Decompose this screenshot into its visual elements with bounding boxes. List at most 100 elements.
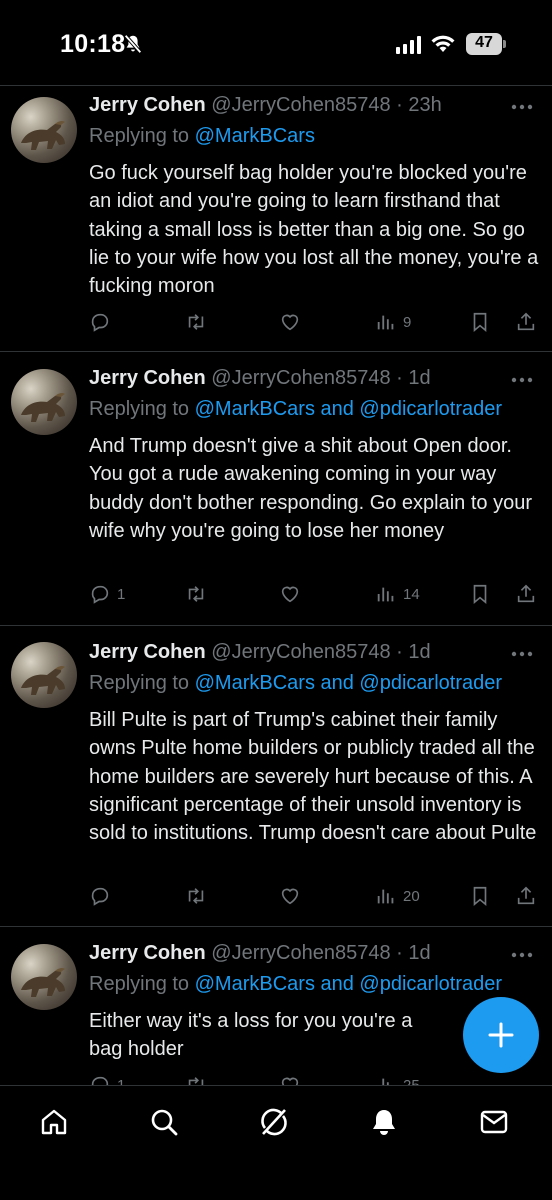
share-button[interactable] (515, 885, 537, 907)
home-icon (41, 1109, 67, 1135)
author-name[interactable]: Jerry Cohen (89, 94, 206, 116)
notifications-icon (373, 1110, 395, 1135)
share-icon (517, 886, 535, 905)
status-bar: 10:18 47 (0, 0, 552, 86)
reply-button[interactable] (89, 885, 117, 907)
status-time: 10:18 (60, 30, 126, 58)
author-name[interactable]: Jerry Cohen (89, 942, 206, 964)
bookmark-button[interactable] (469, 583, 491, 605)
tweet-actions: 20 (89, 885, 549, 911)
tweet[interactable]: Jerry Cohen @JerryCohen85748 · 1d Replyi… (0, 353, 552, 626)
tweet-text: And Trump doesn't give a shit about Open… (89, 435, 533, 542)
retweet-button[interactable] (185, 885, 213, 907)
replying-to: Replying to @MarkBCars and @pdicarlotrad… (89, 973, 502, 996)
share-button[interactable] (515, 583, 537, 605)
reply-button[interactable] (89, 311, 117, 333)
views-count: 14 (403, 585, 420, 603)
grok-icon (261, 1108, 287, 1136)
tweet-header: Jerry Cohen @JerryCohen85748 · 1d (89, 942, 431, 965)
bottom-nav (0, 1085, 552, 1200)
more-icon[interactable] (510, 951, 534, 959)
replying-to-mentions[interactable]: @MarkBCars and @pdicarlotrader (195, 398, 502, 420)
replying-to-mentions[interactable]: @MarkBCars (195, 125, 315, 147)
views-icon (377, 315, 394, 330)
bookmark-icon (473, 584, 487, 605)
retweet-button[interactable] (185, 311, 213, 333)
search-icon (151, 1109, 178, 1136)
battery-icon: 47 (466, 33, 506, 55)
more-icon[interactable] (510, 103, 534, 111)
tweet-header: Jerry Cohen @JerryCohen85748 · 23h (89, 94, 442, 117)
nav-notifications[interactable] (368, 1106, 400, 1138)
like-button[interactable] (279, 311, 307, 333)
avatar[interactable] (11, 369, 77, 435)
author-name[interactable]: Jerry Cohen (89, 367, 206, 389)
bookmark-button[interactable] (469, 885, 491, 907)
bookmark-button[interactable] (469, 311, 491, 333)
views-button[interactable]: 14 (375, 583, 420, 605)
tweet[interactable]: Jerry Cohen @JerryCohen85748 · 23h Reply… (0, 87, 552, 352)
tweet-header: Jerry Cohen @JerryCohen85748 · 1d (89, 367, 431, 390)
like-button[interactable] (279, 885, 307, 907)
tweet-header: Jerry Cohen @JerryCohen85748 · 1d (89, 641, 431, 664)
reply-icon (91, 887, 109, 906)
nav-search[interactable] (148, 1106, 180, 1138)
views-count: 9 (403, 313, 412, 331)
author-handle-time[interactable]: @JerryCohen85748 · 1d (211, 641, 430, 663)
tweet-actions: 1 14 (89, 583, 549, 609)
replying-to-prefix: Replying to (89, 973, 195, 995)
wifi-icon (431, 35, 455, 52)
views-icon (377, 587, 394, 602)
replying-to-prefix: Replying to (89, 398, 195, 420)
tweet-text: Either way it's a loss for you you're a … (89, 1010, 413, 1061)
replying-to: Replying to @MarkBCars and @pdicarlotrad… (89, 398, 502, 421)
replying-to-prefix: Replying to (89, 672, 195, 694)
heart-icon (281, 888, 299, 905)
heart-icon (281, 586, 299, 603)
author-handle-time[interactable]: @JerryCohen85748 · 1d (211, 367, 430, 389)
reply-count: 1 (117, 585, 126, 603)
replying-to-mentions[interactable]: @MarkBCars and @pdicarlotrader (195, 672, 502, 694)
plus-icon (488, 1022, 514, 1048)
replying-to-prefix: Replying to (89, 125, 195, 147)
share-icon (517, 584, 535, 603)
tweet-actions: 9 (89, 311, 549, 337)
reply-button[interactable]: 1 (89, 583, 125, 605)
retweet-icon (188, 586, 204, 602)
avatar[interactable] (11, 944, 77, 1010)
tweet-text: Bill Pulte is part of Trump's cabinet th… (89, 709, 537, 845)
nav-messages[interactable] (478, 1106, 510, 1138)
author-handle-time[interactable]: @JerryCohen85748 · 1d (211, 942, 430, 964)
avatar[interactable] (11, 97, 77, 163)
retweet-icon (188, 888, 204, 904)
avatar[interactable] (11, 642, 77, 708)
reply-icon (91, 585, 109, 604)
author-handle-time[interactable]: @JerryCohen85748 · 23h (211, 94, 441, 116)
replying-to: Replying to @MarkBCars and @pdicarlotrad… (89, 672, 502, 695)
heart-icon (281, 314, 299, 331)
author-name[interactable]: Jerry Cohen (89, 641, 206, 663)
more-icon[interactable] (510, 376, 534, 384)
share-icon (517, 312, 535, 331)
views-button[interactable]: 9 (375, 311, 411, 333)
tweet[interactable]: Jerry Cohen @JerryCohen85748 · 1d Replyi… (0, 627, 552, 927)
like-button[interactable] (279, 583, 307, 605)
bell-slash-icon (124, 34, 142, 54)
views-count: 20 (403, 887, 420, 905)
battery-level: 47 (475, 34, 493, 51)
replying-to-mentions[interactable]: @MarkBCars and @pdicarlotrader (195, 973, 502, 995)
bookmark-icon (473, 886, 487, 907)
nav-grok[interactable] (258, 1106, 290, 1138)
retweet-button[interactable] (185, 583, 213, 605)
cellular-signal-icon (396, 36, 421, 54)
tweet-text: Go fuck yourself bag holder you're block… (89, 162, 539, 298)
compose-button[interactable] (463, 997, 539, 1073)
bookmark-icon (473, 312, 487, 333)
messages-icon (480, 1110, 508, 1134)
share-button[interactable] (515, 311, 537, 333)
more-icon[interactable] (510, 650, 534, 658)
views-button[interactable]: 20 (375, 885, 420, 907)
views-icon (377, 889, 394, 904)
replying-to: Replying to @MarkBCars (89, 125, 315, 148)
nav-home[interactable] (38, 1106, 70, 1138)
